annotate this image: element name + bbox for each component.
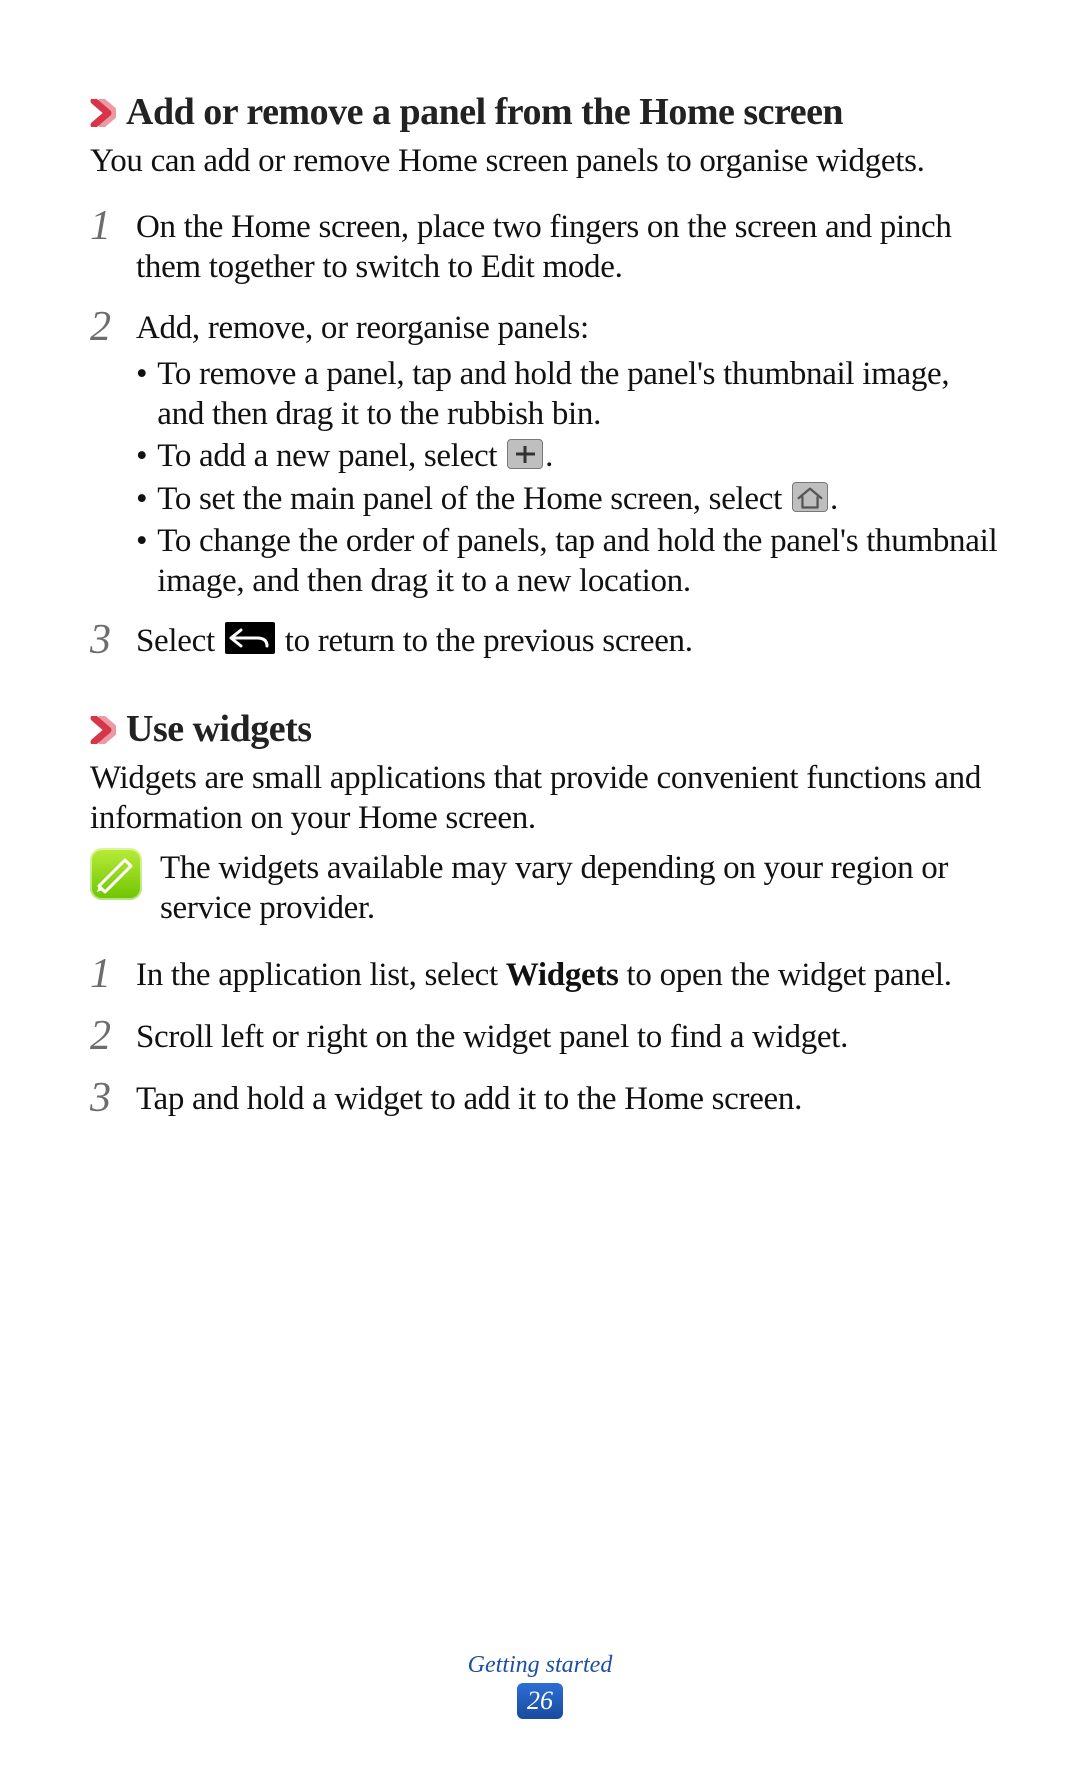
back-icon [225,622,275,654]
section-title: Add or remove a panel from the Home scre… [126,90,843,136]
footer-label: Getting started [0,1652,1080,1679]
step-text: In the application list, select Widgets … [136,955,1000,995]
step-number: 1 [90,205,120,247]
step-item: 1 On the Home screen, place two fingers … [90,207,1000,288]
chevron-icon [90,710,116,738]
step-text: On the Home screen, place two fingers on… [136,207,1000,288]
section-title: Use widgets [126,707,312,753]
note-icon [90,848,142,900]
page-number-badge: 26 [517,1683,563,1719]
bullet-item: •To remove a panel, tap and hold the pan… [136,354,1000,435]
steps-list-1: 1 On the Home screen, place two fingers … [90,207,1000,663]
section-description: You can add or remove Home screen panels… [90,142,1000,182]
step-text: Tap and hold a widget to add it to the H… [136,1079,1000,1119]
bullet-item: •To set the main panel of the Home scree… [136,479,1000,519]
step-item: 2 Scroll left or right on the widget pan… [90,1017,1000,1059]
section-heading-use-widgets: Use widgets [90,707,1000,753]
bullet-text: To add a new panel, select . [157,436,553,476]
bullet-text: To remove a panel, tap and hold the pane… [157,354,1000,435]
page-footer: Getting started 26 [0,1652,1080,1719]
section-heading-add-remove: Add or remove a panel from the Home scre… [90,90,1000,136]
step-number: 1 [90,953,120,995]
steps-list-2: 1 In the application list, select Widget… [90,955,1000,1121]
step-item: 3 Select to return to the previous scree… [90,621,1000,663]
step-number: 3 [90,619,120,661]
step-item: 1 In the application list, select Widget… [90,955,1000,997]
bullet-item: •To add a new panel, select . [136,436,1000,476]
step-text: Select to return to the previous screen. [136,621,1000,661]
step-text: Scroll left or right on the widget panel… [136,1017,1000,1057]
section-description: Widgets are small applications that prov… [90,759,1000,838]
bullet-text: To set the main panel of the Home screen… [157,479,838,519]
plus-icon [507,439,543,469]
step-intro: Add, remove, or reorganise panels: [136,310,589,346]
step-number: 2 [90,306,120,348]
note-block: The widgets available may vary depending… [90,848,1000,929]
step-item: 3 Tap and hold a widget to add it to the… [90,1079,1000,1121]
note-text: The widgets available may vary depending… [160,848,1000,929]
bullet-list: •To remove a panel, tap and hold the pan… [136,354,1000,602]
home-icon [792,482,828,512]
bullet-text: To change the order of panels, tap and h… [157,521,1000,602]
chevron-icon [90,93,116,121]
step-item: 2 Add, remove, or reorganise panels: •To… [90,308,1000,602]
step-number: 3 [90,1077,120,1119]
bold-text: Widgets [506,957,619,993]
bullet-item: •To change the order of panels, tap and … [136,521,1000,602]
step-number: 2 [90,1015,120,1057]
step-text: Add, remove, or reorganise panels: •To r… [136,308,1000,602]
